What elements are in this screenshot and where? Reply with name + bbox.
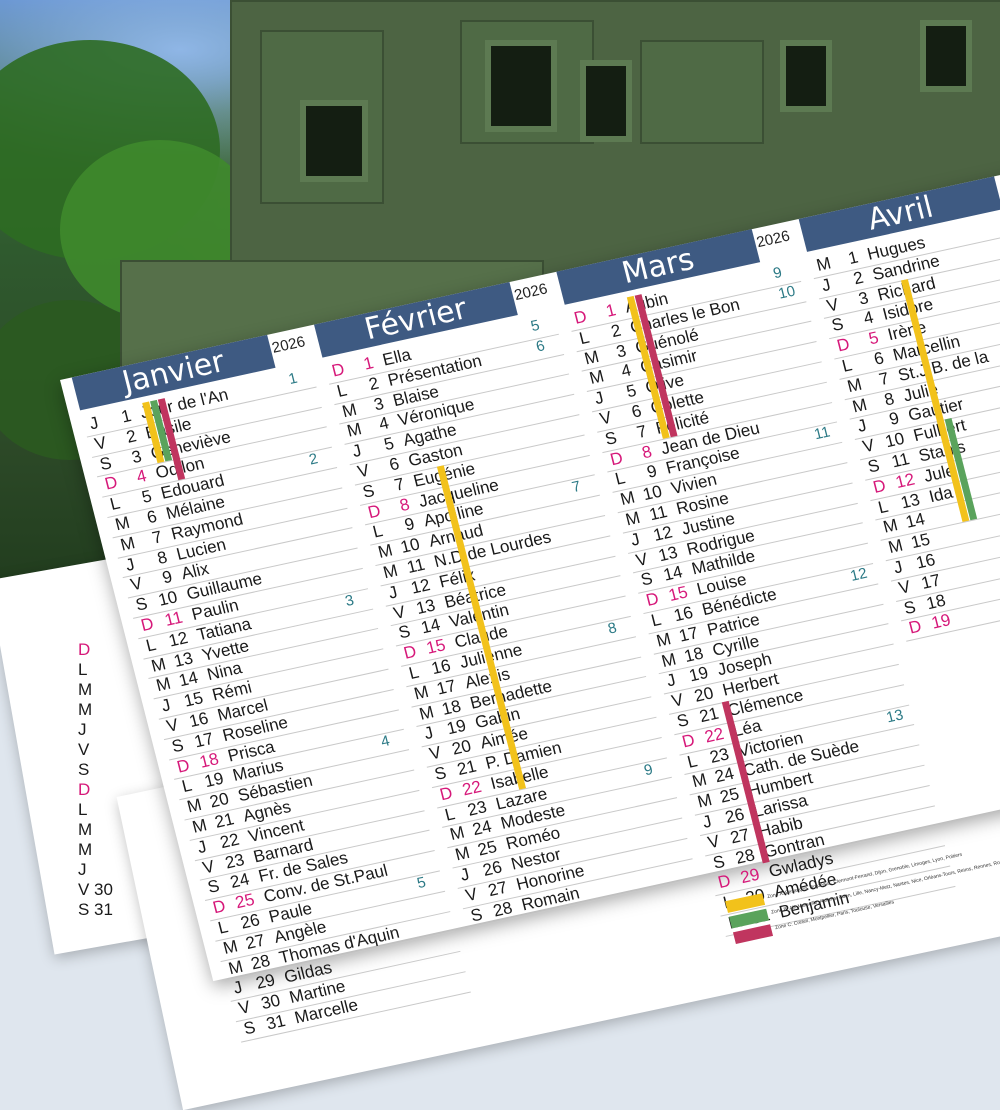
back-sheet-day: L <box>78 660 88 679</box>
back-sheet-day: S <box>78 760 90 779</box>
back-sheet-day: J <box>78 860 87 879</box>
back-sheet-day: M <box>78 840 93 859</box>
day-number: 28 <box>491 897 515 921</box>
year-label: 2026 <box>270 333 308 357</box>
back-sheet-day: D <box>78 780 91 799</box>
back-sheet-day: M <box>78 700 93 719</box>
day-number: 31 <box>264 1011 288 1034</box>
back-sheet-day: V 30 <box>78 880 113 899</box>
back-sheet-day: M <box>78 680 93 699</box>
year-label: 2026 <box>512 280 550 304</box>
back-sheet-day: J <box>78 720 87 739</box>
back-sheet-day: L <box>78 800 88 819</box>
day-number: 19 <box>929 610 953 633</box>
back-sheet-day: D <box>78 640 91 659</box>
back-sheet-day: M <box>78 820 93 839</box>
back-sheet-day: V <box>78 740 90 759</box>
year-label: 2026 <box>754 227 792 252</box>
back-sheet-day: S 31 <box>78 900 113 919</box>
